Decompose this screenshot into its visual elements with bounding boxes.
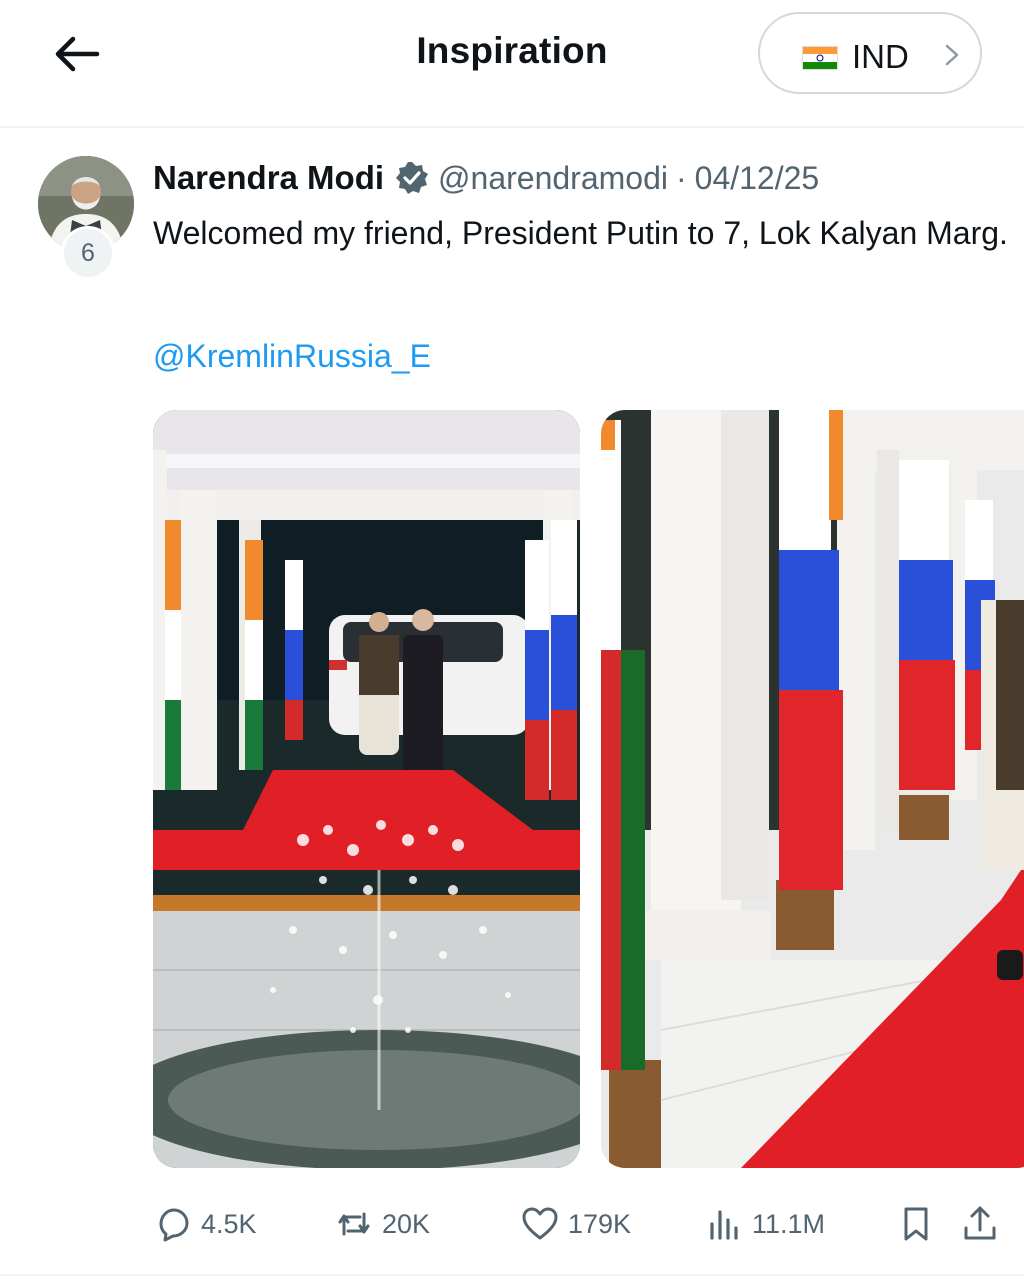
like-button[interactable]: 179K [520, 1198, 631, 1250]
like-count: 179K [568, 1208, 632, 1239]
top-bar: Inspiration IND [0, 0, 1024, 128]
chevron-right-icon [945, 44, 959, 66]
view-count: 11.1M [752, 1208, 826, 1239]
author-display-name[interactable]: Narendra Modi [153, 159, 384, 197]
share-button[interactable] [960, 1198, 1000, 1250]
tweet-text: Welcomed my friend, President Putin to 7… [153, 215, 1008, 251]
divider [0, 1274, 1024, 1276]
tweet-actions: 4.5K 20K 179K 11.1M [0, 1198, 1024, 1250]
reply-button[interactable]: 4.5K [153, 1198, 257, 1250]
photo-flag-lined-red-carpet-corridor [601, 410, 1024, 1168]
share-icon [964, 1206, 996, 1240]
tweet-date[interactable]: 04/12/25 [695, 160, 820, 197]
country-code: IND [852, 38, 909, 75]
repost-icon [338, 1212, 370, 1236]
views-button[interactable]: 11.1M [704, 1198, 825, 1250]
mention-link[interactable]: @KremlinRussia_E [153, 338, 431, 375]
bookmark-button[interactable] [896, 1198, 936, 1250]
tweet[interactable]: 6 Narendra Modi @narendramodi · 04/12/25… [0, 128, 1024, 1280]
analytics-bars-icon [710, 1210, 738, 1240]
separator-dot: · [675, 159, 687, 196]
verified-badge-icon [396, 162, 429, 194]
reply-icon [159, 1208, 189, 1242]
heart-icon [522, 1207, 558, 1240]
photo-leaders-handshake-portico [153, 410, 580, 1168]
tweet-photo-1[interactable] [153, 410, 580, 1168]
reply-count: 4.5K [201, 1208, 257, 1239]
india-flag-icon [802, 46, 838, 70]
tweet-photo-2[interactable] [601, 410, 1024, 1168]
bookmark-icon [904, 1207, 928, 1241]
notification-count-badge: 6 [61, 226, 115, 280]
author-handle[interactable]: @narendramodi [438, 160, 668, 197]
tweet-header: Narendra Modi @narendramodi · 04/12/25 [153, 156, 819, 200]
repost-button[interactable]: 20K [334, 1198, 430, 1250]
repost-count: 20K [382, 1208, 431, 1239]
country-selector-button[interactable]: IND [758, 12, 982, 94]
